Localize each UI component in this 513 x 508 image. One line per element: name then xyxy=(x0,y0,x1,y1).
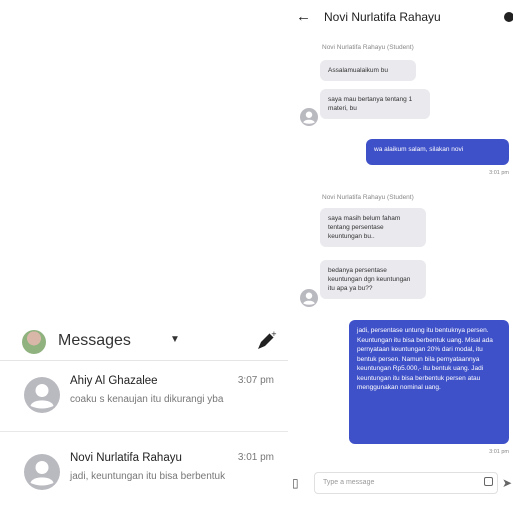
paperclip-icon[interactable]: ▯ xyxy=(292,476,299,490)
message-bubble-incoming: saya mau bertanya tentang 1 materi, bu xyxy=(320,89,430,119)
conversation-preview: jadi, keuntungan itu bisa berbentuk xyxy=(70,471,226,482)
messages-title: Messages xyxy=(58,332,131,349)
message-bubble-outgoing: jadi, persentase untung itu bentuknya pe… xyxy=(349,320,509,444)
conversation-time: 3:01 pm xyxy=(237,452,274,463)
chat-header: ← Novi Nurlatifa Rahayu xyxy=(288,0,513,34)
user-avatar[interactable] xyxy=(22,330,46,354)
svg-text:+: + xyxy=(271,330,277,338)
conversation-name: Ahiy Al Ghazalee xyxy=(70,375,158,387)
message-composer: ▯ Type a message ➤ xyxy=(288,466,513,502)
more-options-icon[interactable] xyxy=(504,12,513,22)
message-timestamp: 3:01 pm xyxy=(489,449,509,455)
conversation-preview: coaku s kenaujan itu dikurangi yba xyxy=(70,394,224,405)
avatar-placeholder-icon xyxy=(300,289,318,307)
conversation-item[interactable]: Novi Nurlatifa Rahayu 3:01 pm jadi, keun… xyxy=(0,438,290,508)
conversation-name: Novi Nurlatifa Rahayu xyxy=(70,452,182,464)
sender-label: Novi Nurlatifa Rahayu (Student) xyxy=(322,44,414,51)
message-bubble-incoming: Assalamualaikum bu xyxy=(320,60,416,81)
messages-header: Messages ▼ + xyxy=(0,322,290,361)
message-bubble-outgoing: wa alaikum salam, silakan novi xyxy=(366,139,509,165)
message-bubble-incoming: saya masih belum faham tentang persentas… xyxy=(320,208,426,247)
conversation-time: 3:07 pm xyxy=(237,375,274,386)
conversation-list-panel: Messages ▼ + Ahiy Al Ghazalee 3:07 pm co… xyxy=(0,0,290,502)
message-bubble-incoming: bedanya persentase keuntungan dgn keuntu… xyxy=(320,260,426,299)
sender-label: Novi Nurlatifa Rahayu (Student) xyxy=(322,194,414,201)
chevron-down-icon[interactable]: ▼ xyxy=(170,334,180,345)
message-timestamp: 3:01 pm xyxy=(489,170,509,176)
compose-icon[interactable]: + xyxy=(254,329,278,353)
emoji-icon[interactable] xyxy=(484,477,493,486)
chat-title: Novi Nurlatifa Rahayu xyxy=(324,10,441,24)
avatar-placeholder-icon xyxy=(24,377,60,413)
message-input[interactable]: Type a message xyxy=(314,472,498,494)
back-arrow-icon[interactable]: ← xyxy=(296,8,311,25)
send-icon[interactable]: ➤ xyxy=(502,476,512,490)
conversation-item[interactable]: Ahiy Al Ghazalee 3:07 pm coaku s kenauja… xyxy=(0,361,290,432)
avatar-placeholder-icon xyxy=(300,108,318,126)
chat-panel: ← Novi Nurlatifa Rahayu Novi Nurlatifa R… xyxy=(288,0,513,502)
avatar-placeholder-icon xyxy=(24,454,60,490)
